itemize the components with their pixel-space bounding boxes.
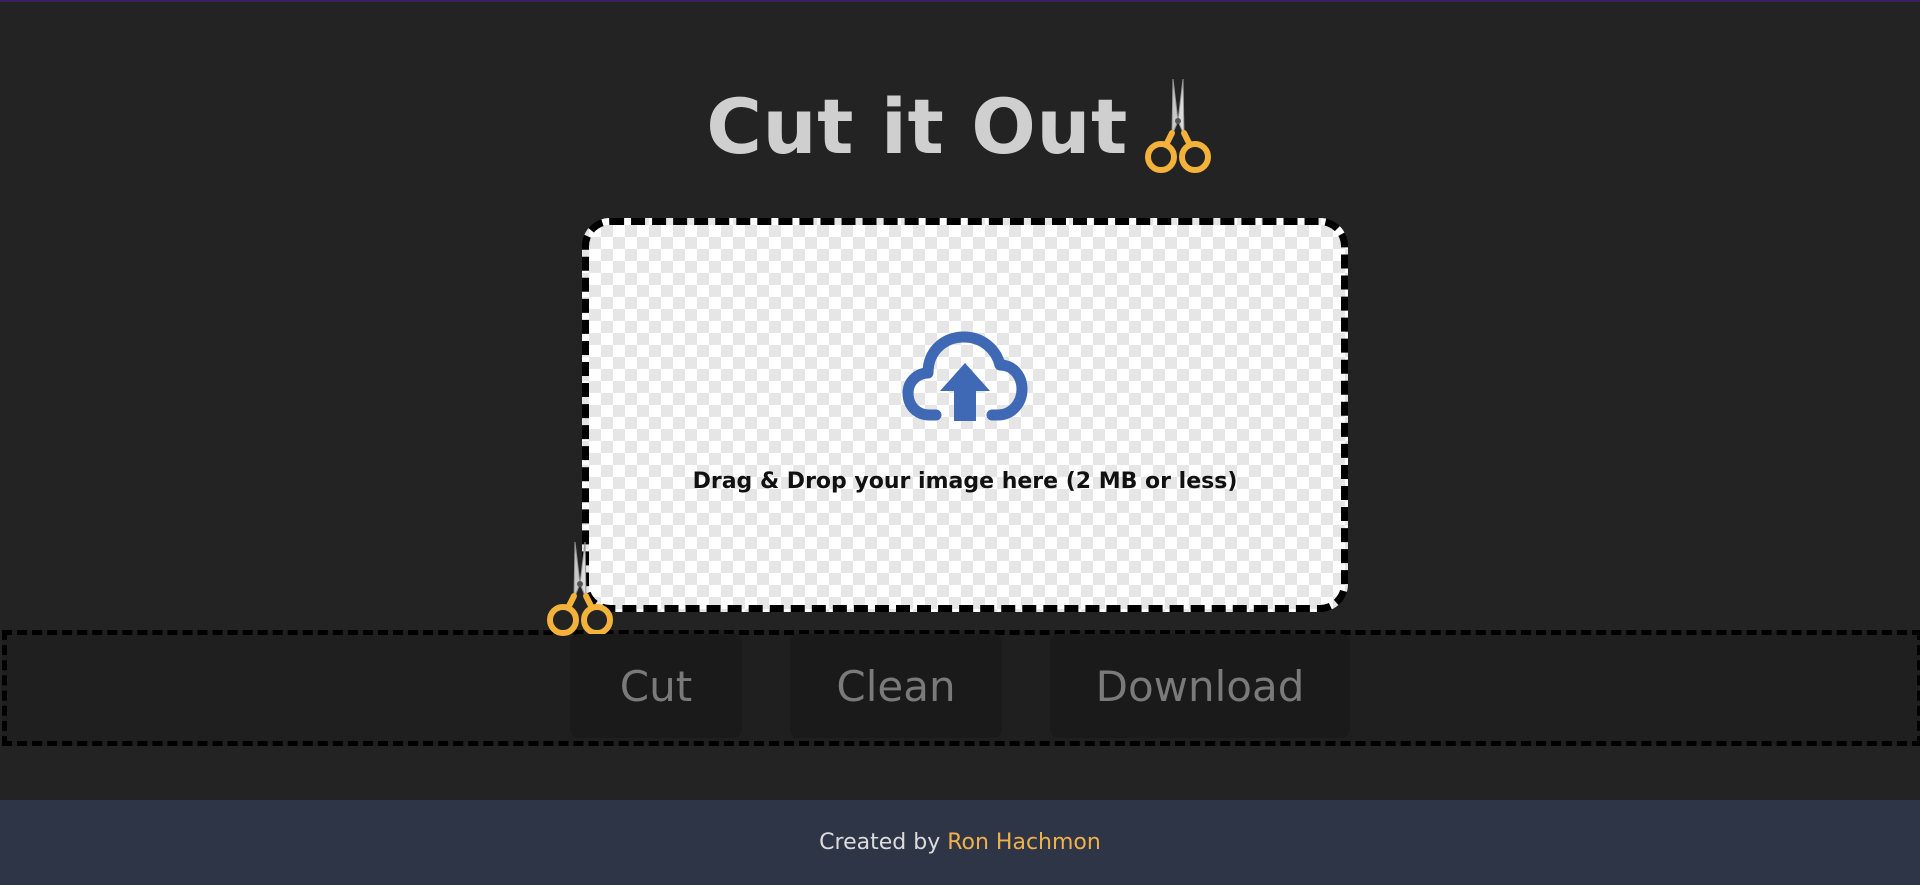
image-dropzone[interactable]: Drag & Drop your image here (2 MB or les… xyxy=(582,218,1348,612)
author-link[interactable]: Ron Hachmon xyxy=(947,830,1101,855)
dropzone-instructions: Drag & Drop your image here (2 MB or les… xyxy=(692,469,1238,494)
top-accent-line xyxy=(0,0,1920,2)
page-title: Cut it Out xyxy=(706,82,1128,171)
footer-credit-prefix: Created by xyxy=(819,830,941,855)
download-button[interactable]: Download xyxy=(1050,634,1350,738)
cut-button[interactable]: Cut xyxy=(570,634,742,738)
clean-button[interactable]: Clean xyxy=(790,634,1002,738)
footer: Created by Ron Hachmon xyxy=(0,800,1920,885)
scissors-icon xyxy=(547,541,613,636)
scissors-icon xyxy=(1144,78,1211,173)
cloud-upload-icon xyxy=(902,331,1028,421)
header: Cut it Out xyxy=(0,72,1920,182)
